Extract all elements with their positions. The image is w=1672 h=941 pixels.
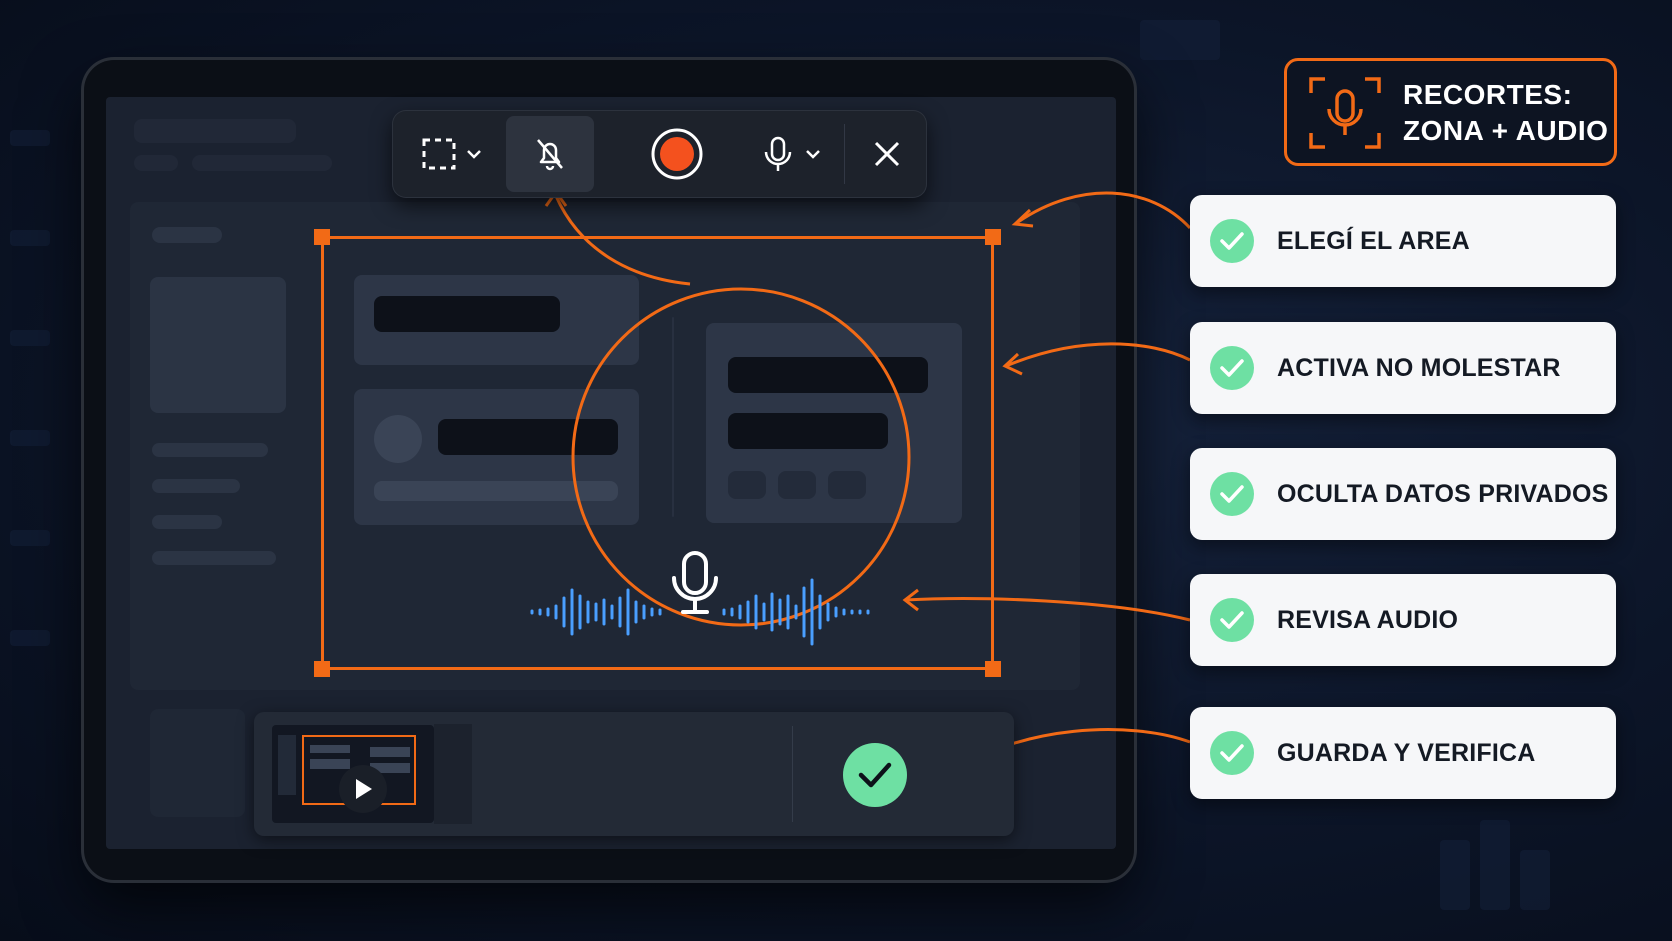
step-card: ACTIVA NO MOLESTAR [1190, 322, 1616, 414]
check-icon [1210, 219, 1254, 263]
step-card: GUARDA Y VERIFICA [1190, 707, 1616, 799]
region-select-button[interactable] [400, 110, 502, 198]
play-icon [356, 779, 372, 799]
title-line1: RECORTES: [1403, 79, 1573, 110]
mic-icon [672, 551, 718, 614]
step-card: OCULTA DATOS PRIVADOS [1190, 448, 1616, 540]
check-icon [858, 762, 892, 788]
step-label: OCULTA DATOS PRIVADOS [1277, 480, 1609, 508]
record-button[interactable] [622, 110, 732, 198]
thumbnail-shadow [434, 724, 472, 824]
step-card: ELEGÍ EL AREA [1190, 195, 1616, 287]
recording-thumbnail[interactable] [272, 725, 434, 823]
close-button[interactable] [848, 110, 926, 198]
title-line2: ZONA + AUDIO [1403, 115, 1609, 146]
check-icon [1210, 472, 1254, 516]
toolbar-separator [844, 124, 845, 184]
focus-circle [571, 287, 911, 627]
confirm-button[interactable] [843, 743, 907, 807]
step-label: REVISA AUDIO [1277, 606, 1459, 634]
capture-toolbar [392, 110, 927, 198]
mic-icon [764, 136, 820, 171]
preview-divider [792, 726, 793, 822]
bell-off-icon [537, 139, 563, 171]
step-card: REVISA AUDIO [1190, 574, 1616, 666]
record-icon [651, 128, 703, 180]
step-label: ACTIVA NO MOLESTAR [1277, 354, 1561, 382]
check-icon [1210, 346, 1254, 390]
close-icon [874, 141, 900, 167]
check-icon [1210, 731, 1254, 775]
audio-source-button[interactable] [742, 110, 842, 198]
do-not-disturb-button[interactable] [506, 116, 594, 192]
check-icon [1210, 598, 1254, 642]
step-label: GUARDA Y VERIFICA [1277, 739, 1536, 767]
play-button[interactable] [339, 765, 387, 813]
mic-in-dashed-frame-icon [1309, 77, 1381, 149]
title-badge: RECORTES: ZONA + AUDIO [1284, 58, 1617, 166]
region-select-icon [422, 138, 481, 170]
step-label: ELEGÍ EL AREA [1277, 227, 1470, 255]
